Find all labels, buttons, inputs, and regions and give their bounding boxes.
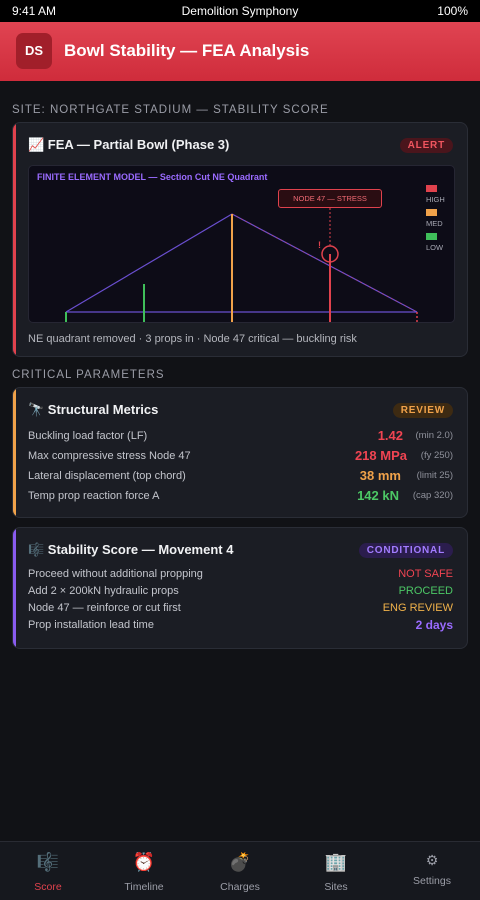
bomb-icon: 💣 <box>228 852 252 872</box>
tab-settings-label: Settings <box>413 875 451 887</box>
page-title: Bowl Stability — FEA Analysis <box>64 41 310 60</box>
tab-settings[interactable]: ⚙ Settings <box>384 842 480 900</box>
tab-charges-label: Charges <box>220 881 260 893</box>
metrics-card-title: 🔭 Structural Metrics <box>28 402 159 417</box>
legend-med: MED <box>426 219 443 228</box>
metric-value: 1.42 <box>377 428 403 443</box>
node-47-label: NODE 47 — STRESS <box>278 189 382 208</box>
metric-label: Buckling load factor (LF) <box>28 430 148 442</box>
metric-note: (limit 25) <box>416 470 453 481</box>
tab-timeline-label: Timeline <box>124 881 164 893</box>
metric-label: Temp prop reaction force A <box>28 490 160 502</box>
score-card[interactable]: 🎼 Stability Score — Movement 4 CONDITION… <box>12 527 468 649</box>
card-accent <box>13 528 16 648</box>
legend-low: LOW <box>426 243 444 252</box>
gear-icon: ⚙ <box>425 852 439 868</box>
fea-diagram <box>65 208 418 322</box>
metric-value: 142 kN <box>357 488 399 503</box>
tab-score-label: Score <box>34 881 62 893</box>
card-accent <box>13 388 16 517</box>
conditional-badge: CONDITIONAL <box>358 543 453 558</box>
score-value: NOT SAFE <box>398 568 453 580</box>
fea-model-view[interactable]: FINITE ELEMENT MODEL — Section Cut NE Qu… <box>28 165 455 323</box>
building-icon: 🏢 <box>324 852 348 872</box>
metric-label: Max compressive stress Node 47 <box>28 450 191 462</box>
tab-sites[interactable]: 🏢 Sites <box>288 842 384 900</box>
score-value: 2 days <box>415 618 453 632</box>
score-label: Prop installation lead time <box>28 619 154 631</box>
legend-low-swatch <box>426 233 437 240</box>
tab-bar: 🎼 Score ⏰ Timeline 💣 Charges 🏢 Sites ⚙ S… <box>0 841 480 900</box>
status-bar: 9:41 AM Demolition Symphony 100% <box>0 0 480 22</box>
score-label: Proceed without additional propping <box>28 568 203 580</box>
tab-sites-label: Sites <box>324 881 348 893</box>
metric-note: (fy 250) <box>420 450 453 461</box>
alarm-clock-icon: ⏰ <box>132 852 156 872</box>
tab-score[interactable]: 🎼 Score <box>0 842 96 900</box>
fea-card[interactable]: 📈 FEA — Partial Bowl (Phase 3) ALERT FIN… <box>12 122 468 357</box>
score-value: ENG REVIEW <box>382 602 453 614</box>
score-card-title: 🎼 Stability Score — Movement 4 <box>28 542 234 557</box>
fea-left-chord <box>65 213 233 313</box>
alert-marker: ! <box>318 240 321 250</box>
fea-caption: NE quadrant removed · 3 props in · Node … <box>28 333 357 345</box>
alert-badge: ALERT <box>399 138 453 153</box>
site-section-label: SITE: NORTHGATE STADIUM — STABILITY SCOR… <box>12 104 329 116</box>
music-score-icon: 🎼 <box>36 852 60 872</box>
card-accent <box>13 123 16 356</box>
metric-label: Lateral displacement (top chord) <box>28 470 186 482</box>
status-app-name: Demolition Symphony <box>181 4 299 18</box>
metric-value: 218 MPa <box>354 448 407 463</box>
metric-note: (cap 320) <box>412 490 453 501</box>
status-battery: 100% <box>437 4 468 18</box>
score-label: Node 47 — reinforce or cut first <box>28 602 181 614</box>
metric-value: 38 mm <box>359 468 401 483</box>
score-label: Add 2 × 200kN hydraulic props <box>28 585 179 597</box>
metric-note: (min 2.0) <box>415 430 453 441</box>
app-header: DS Bowl Stability — FEA Analysis <box>0 22 480 81</box>
metrics-card[interactable]: 🔭 Structural Metrics REVIEW Buckling loa… <box>12 387 468 518</box>
tab-timeline[interactable]: ⏰ Timeline <box>96 842 192 900</box>
review-badge: REVIEW <box>392 403 453 418</box>
legend-med-swatch <box>426 209 437 216</box>
critical-section-label: CRITICAL PARAMETERS <box>12 369 165 381</box>
app-logo: DS <box>16 33 52 69</box>
fea-card-title: 📈 FEA — Partial Bowl (Phase 3) <box>28 137 230 152</box>
legend-high-swatch <box>426 185 437 192</box>
score-value: PROCEED <box>398 585 453 597</box>
legend-high: HIGH <box>426 195 445 204</box>
tab-charges[interactable]: 💣 Charges <box>192 842 288 900</box>
